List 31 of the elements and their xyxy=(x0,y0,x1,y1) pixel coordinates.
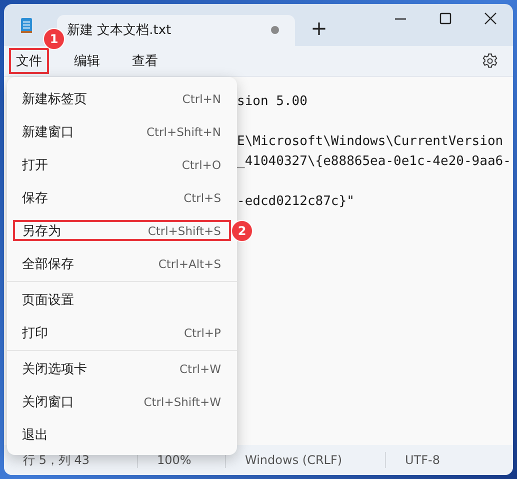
menu-item[interactable]: 打开 Ctrl+O xyxy=(7,148,237,181)
menu-button[interactable]: 文件 xyxy=(10,49,48,73)
shortcut-label: Ctrl+Alt+S xyxy=(158,256,221,270)
unsaved-dot-icon xyxy=(271,26,279,34)
menu-item[interactable]: 页面设置 xyxy=(7,283,237,316)
status-text: UTF-8 xyxy=(404,452,441,468)
menu-item[interactable]: 保存 Ctrl+S xyxy=(7,181,237,214)
menu-item[interactable]: 退出 xyxy=(7,418,237,451)
new-tab-button[interactable]: + xyxy=(307,16,331,40)
document-tab[interactable]: 新建 文本文档.txt xyxy=(57,15,295,46)
menu-item[interactable]: 关闭选项卡 Ctrl+W xyxy=(7,352,237,385)
menu-item[interactable]: 打印 Ctrl+P xyxy=(7,316,237,349)
shortcut-label: Ctrl+O xyxy=(182,158,221,172)
menu-item[interactable]: 关闭窗口 Ctrl+Shift+W xyxy=(7,385,237,418)
menu-item[interactable]: 新建标签页 Ctrl+N xyxy=(7,82,237,115)
shortcut-label: Ctrl+N xyxy=(182,92,221,106)
annotation-box xyxy=(9,48,49,74)
shortcut-label: Ctrl+Shift+N xyxy=(146,124,221,138)
shortcut-label: Ctrl+Shift+S xyxy=(148,224,221,238)
annotation-badge: 1 xyxy=(43,28,65,50)
menu-button[interactable]: 编辑 xyxy=(68,49,106,73)
menu-button[interactable]: 查看 xyxy=(126,49,164,73)
menu-item[interactable]: 新建窗口 Ctrl+Shift+N xyxy=(7,115,237,148)
shortcut-label: Ctrl+S xyxy=(184,190,221,204)
shortcut-label: Ctrl+W xyxy=(180,362,221,376)
menu-item[interactable]: 全部保存 Ctrl+Alt+S xyxy=(7,247,237,280)
notepad-icon xyxy=(20,17,33,34)
document-text: sion 5.00 E\Microsoft\Windows\CurrentVersion _41040327\{e88865ea-0e1c-4e20-9aa6- -edcd0212c87c}" xyxy=(237,93,511,211)
shortcut-label: Ctrl+Shift+W xyxy=(144,394,221,408)
settings-icon[interactable] xyxy=(482,53,498,69)
shortcut-label: Ctrl+P xyxy=(184,326,221,340)
